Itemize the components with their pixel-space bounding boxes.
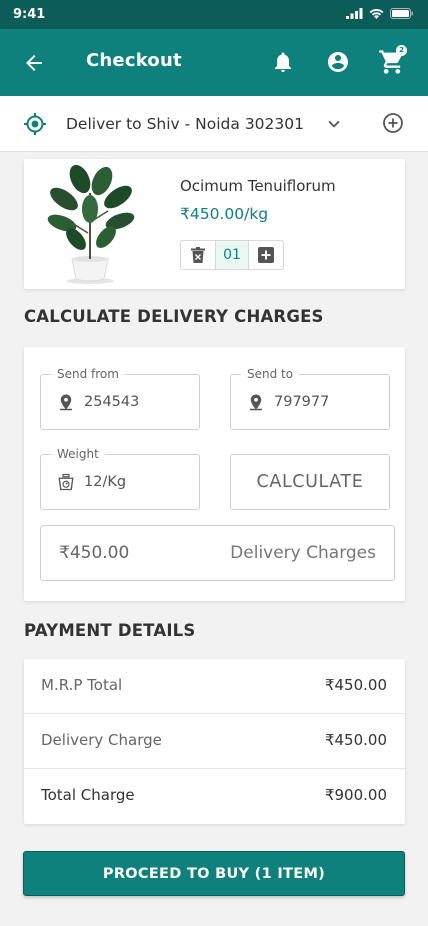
product-card: Ocimum Tenuiflorum ₹450.00/kg 01 — [24, 159, 405, 289]
status-time: 9:41 — [13, 7, 46, 22]
pay-row-value: ₹900.00 — [324, 786, 387, 804]
weight-label: Weight — [51, 447, 105, 461]
quantity-stepper: 01 — [180, 240, 284, 270]
weight-scale-icon — [58, 473, 74, 491]
signal-icon — [346, 8, 363, 19]
bell-icon[interactable] — [271, 50, 295, 74]
account-icon[interactable] — [326, 50, 350, 74]
page-title: Checkout — [86, 50, 182, 71]
calculate-section-title: CALCULATE DELIVERY CHARGES — [24, 307, 324, 326]
calculate-card: Send from 254543 Send to 797977 Weight 1… — [24, 347, 405, 601]
delivery-charge-row: Delivery Charge ₹450.00 — [24, 714, 405, 769]
send-from-value: 254543 — [84, 394, 140, 410]
plus-box-icon — [258, 247, 274, 263]
delete-item-button[interactable] — [181, 241, 215, 269]
send-from-field[interactable]: Send from 254543 — [40, 367, 200, 430]
battery-icon — [390, 8, 413, 19]
calculate-button[interactable]: CALCULATE — [230, 454, 390, 510]
increase-quantity-button[interactable] — [249, 241, 283, 269]
delivery-charge-box: ₹450.00 Delivery Charges — [40, 525, 395, 581]
trash-icon — [191, 247, 205, 263]
send-to-label: Send to — [241, 367, 300, 381]
proceed-to-buy-button[interactable]: PROCEED TO BUY (1 ITEM) — [23, 851, 405, 896]
product-price: ₹450.00/kg — [180, 205, 269, 223]
wifi-icon — [369, 9, 384, 19]
back-arrow-icon[interactable] — [22, 51, 46, 75]
delivery-charge-amount: ₹450.00 — [59, 543, 130, 563]
pay-row-label: M.R.P Total — [41, 676, 123, 694]
send-to-value: 797977 — [274, 394, 330, 410]
send-from-label: Send from — [51, 367, 125, 381]
quantity-value: 01 — [215, 241, 249, 269]
status-bar: 9:41 — [0, 0, 428, 29]
add-circle-icon[interactable] — [381, 111, 405, 135]
pay-row-value: ₹450.00 — [324, 731, 387, 749]
cart-count-badge: 2 — [396, 45, 407, 56]
app-bar: Checkout 2 — [0, 29, 428, 96]
delivery-address-bar[interactable]: Deliver to Shiv - Noida 302301 — [0, 96, 428, 152]
total-charge-row: Total Charge ₹900.00 — [24, 769, 405, 824]
cart-button[interactable]: 2 — [378, 45, 407, 76]
pay-row-label: Total Charge — [41, 786, 135, 804]
payment-section-title: PAYMENT DETAILS — [24, 621, 196, 640]
send-to-field[interactable]: Send to 797977 — [230, 367, 390, 430]
location-pin-icon — [60, 394, 72, 411]
mrp-total-row: M.R.P Total ₹450.00 — [24, 659, 405, 714]
chevron-down-icon[interactable] — [323, 113, 345, 135]
gps-location-icon — [24, 113, 46, 135]
status-icons — [346, 8, 414, 19]
pay-row-label: Delivery Charge — [41, 731, 162, 749]
weight-field[interactable]: Weight 12/Kg — [40, 447, 200, 510]
pay-row-value: ₹450.00 — [324, 676, 387, 694]
delivery-charge-label: Delivery Charges — [230, 543, 376, 563]
delivery-address-text: Deliver to Shiv - Noida 302301 — [66, 115, 304, 133]
location-pin-icon — [250, 394, 262, 411]
plant-product-image — [47, 164, 135, 284]
payment-card: M.R.P Total ₹450.00 Delivery Charge ₹450… — [24, 659, 405, 824]
weight-value: 12/Kg — [84, 474, 127, 490]
product-name: Ocimum Tenuiflorum — [180, 177, 336, 195]
